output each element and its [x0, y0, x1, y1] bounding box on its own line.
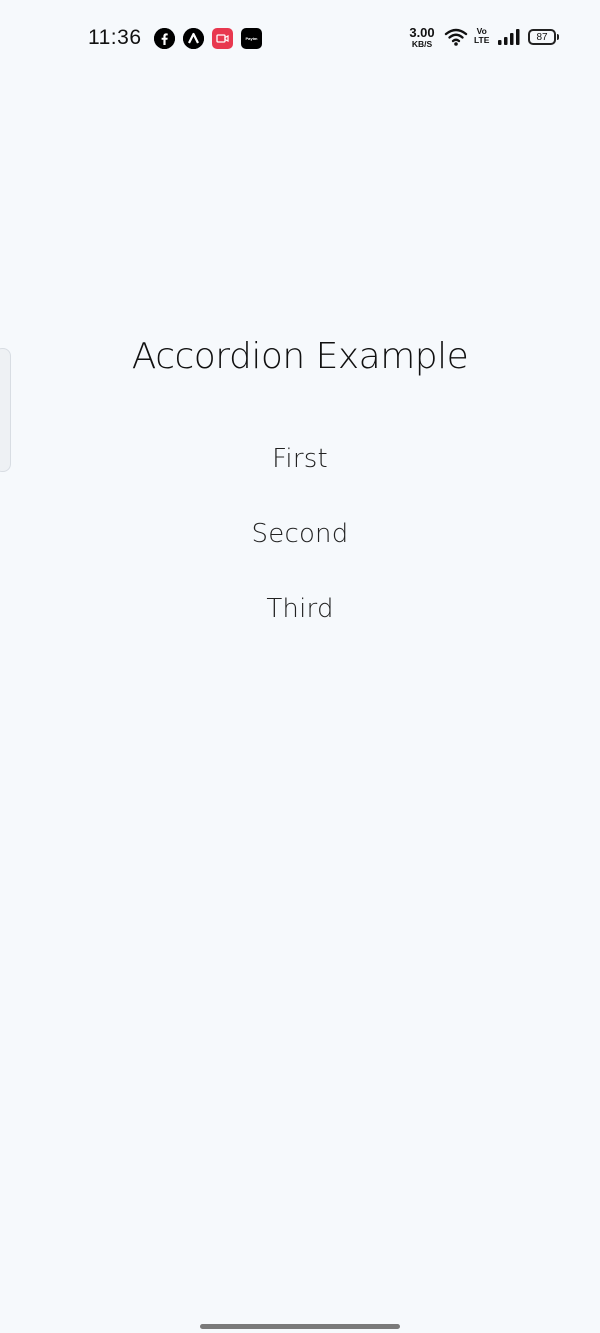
accordion: First Second Third [0, 444, 600, 669]
network-speed-value: 3.00 [409, 25, 435, 40]
network-speed-unit: KB/S [411, 39, 433, 49]
app-screen: 11:36 Paytm 3.00 KB/S Vo LTE 87 Accordio… [0, 0, 600, 1333]
accordion-item-label: Third [266, 594, 334, 624]
battery-level: 87 [536, 31, 548, 43]
app-a-icon [183, 28, 204, 49]
volte-indicator: Vo LTE [474, 27, 489, 45]
accordion-item-first[interactable]: First [0, 444, 600, 519]
accordion-item-second[interactable]: Second [0, 519, 600, 594]
wifi-icon [444, 27, 468, 51]
accordion-item-label: First [272, 444, 328, 474]
status-time: 11:36 [88, 26, 142, 49]
paytm-icon: Paytm [241, 28, 262, 49]
accordion-item-label: Second [251, 519, 349, 549]
battery-icon: 87 [528, 29, 559, 45]
page-title: Accordion Example [131, 336, 469, 377]
cellular-signal-icon [497, 28, 521, 50]
network-speed: 3.00 KB/S [405, 26, 439, 49]
facebook-icon [154, 28, 175, 49]
home-indicator[interactable] [200, 1324, 400, 1329]
status-bar: 11:36 Paytm 3.00 KB/S Vo LTE 87 [0, 0, 600, 78]
screen-recorder-icon [212, 28, 233, 49]
accordion-item-third[interactable]: Third [0, 594, 600, 669]
volte-line-2: LTE [474, 35, 490, 45]
notification-icons: Paytm [154, 28, 262, 49]
